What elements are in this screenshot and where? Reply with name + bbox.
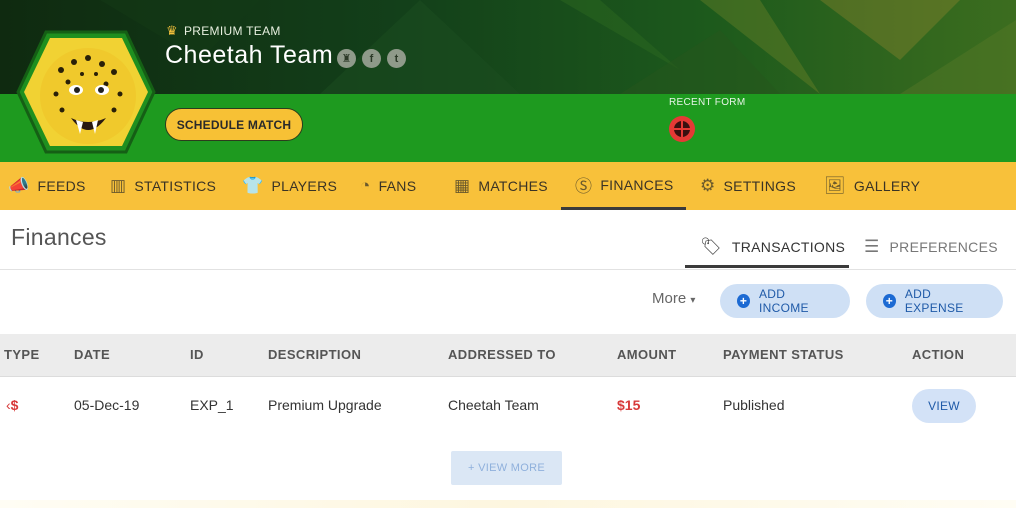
expense-type-icon: ‹$ (6, 397, 19, 413)
table-row: ‹$ 05-Dec-19 EXP_1 Premium Upgrade Cheet… (0, 378, 1016, 434)
column-header-payment-status: PAYMENT STATUS (723, 347, 844, 362)
bar-chart-icon: ▥ (110, 176, 127, 195)
sliders-icon: ☰ (864, 237, 880, 256)
cell-amount: $15 (617, 397, 641, 413)
nav-item-feeds[interactable]: 📣 FEEDS (0, 162, 102, 210)
footer-strip (0, 500, 1016, 508)
add-expense-label: ADD EXPENSE (904, 287, 964, 315)
tab-label: PREFERENCES (889, 239, 998, 255)
cell-payment-status: Published (723, 397, 785, 413)
column-header-id: ID (190, 347, 204, 362)
nav-item-gallery[interactable]: 🖼 GALLERY (810, 162, 920, 210)
chevron-down-icon: ▾ (690, 295, 696, 306)
nav-item-label: GALLERY (853, 178, 921, 194)
social-links: ♜ f t (337, 49, 406, 68)
active-tab-indicator (685, 265, 849, 268)
cell-date: 05-Dec-19 (74, 397, 140, 413)
megaphone-icon: 📣 (8, 176, 30, 195)
recent-form-label: RECENT FORM (669, 97, 746, 108)
twitter-icon[interactable]: t (387, 49, 406, 68)
page-title-bar: Finances 🏷 TRANSACTIONS ☰ PREFERENCES (0, 210, 1016, 270)
add-expense-button[interactable]: + ADD EXPENSE (866, 284, 1003, 318)
nav-item-players[interactable]: 👕 PLAYERS (234, 162, 352, 210)
basketball-icon (674, 121, 690, 137)
nav-item-label: FANS (378, 178, 417, 194)
nav-item-settings[interactable]: ⚙ SETTINGS (686, 162, 810, 210)
image-icon: 🖼 (824, 176, 846, 195)
price-tag-icon: 🏷 (700, 237, 722, 256)
dollar-coin-icon: Ⓢ (575, 177, 593, 196)
nav-item-finances[interactable]: Ⓢ FINANCES (561, 162, 686, 210)
column-header-addressed-to: ADDRESSED TO (448, 347, 556, 362)
crown-icon: ♛ (166, 23, 178, 38)
premium-label: PREMIUM TEAM (183, 24, 281, 38)
column-header-amount: AMOUNT (617, 347, 677, 362)
add-income-label: ADD INCOME (759, 287, 809, 315)
calendar-icon: ▦ (454, 176, 471, 195)
tab-transactions[interactable]: 🏷 TRANSACTIONS (700, 237, 845, 257)
cell-addressed-to: Cheetah Team (448, 397, 539, 413)
plus-circle-icon: + (737, 294, 750, 308)
nav-item-statistics[interactable]: ▥ STATISTICS (102, 162, 234, 210)
more-dropdown[interactable]: More ▾ (652, 290, 695, 307)
team-logo (16, 30, 156, 154)
plus-circle-icon: + (883, 294, 896, 308)
nav-item-label: STATISTICS (134, 178, 217, 194)
facebook-icon[interactable]: f (362, 49, 381, 68)
trophy-icon[interactable]: ♜ (337, 49, 356, 68)
gear-icon: ⚙ (700, 176, 716, 195)
page-title: Finances (11, 224, 107, 250)
schedule-match-button[interactable]: SCHEDULE MATCH (165, 108, 303, 141)
column-header-description: DESCRIPTION (268, 347, 362, 362)
whistle-icon: ◔ (360, 176, 371, 195)
team-header: ♛ PREMIUM TEAM Cheetah Team ♜ f t SCHEDU… (0, 0, 1016, 162)
nav-item-label: FINANCES (600, 176, 674, 193)
tab-label: TRANSACTIONS (731, 239, 846, 255)
add-income-button[interactable]: + ADD INCOME (720, 284, 850, 318)
team-name: Cheetah Team (165, 41, 334, 69)
nav-item-matches[interactable]: ▦ MATCHES (446, 162, 561, 210)
more-label: More (652, 290, 687, 307)
premium-badge: ♛ PREMIUM TEAM (166, 23, 281, 39)
nav-item-label: MATCHES (478, 178, 548, 194)
recent-form-badge[interactable] (669, 116, 695, 142)
column-header-type: TYPE (4, 347, 40, 362)
cell-description: Premium Upgrade (268, 397, 382, 413)
column-header-date: DATE (74, 347, 111, 362)
nav-item-label: SETTINGS (723, 178, 796, 194)
view-button[interactable]: VIEW (912, 389, 976, 423)
cell-id: EXP_1 (190, 397, 234, 413)
nav-item-label: PLAYERS (271, 178, 338, 194)
main-nav: 📣 FEEDS ▥ STATISTICS 👕 PLAYERS ◔ FANS ▦ … (0, 162, 1016, 210)
table-header: TYPE DATE ID DESCRIPTION ADDRESSED TO AM… (0, 334, 1016, 377)
tab-preferences[interactable]: ☰ PREFERENCES (864, 237, 998, 257)
nav-item-fans[interactable]: ◔ FANS (352, 162, 446, 210)
view-more-button[interactable]: + VIEW MORE (451, 451, 562, 485)
column-header-action: ACTION (912, 347, 965, 362)
nav-item-label: FEEDS (37, 178, 86, 194)
jersey-icon: 👕 (242, 176, 264, 195)
